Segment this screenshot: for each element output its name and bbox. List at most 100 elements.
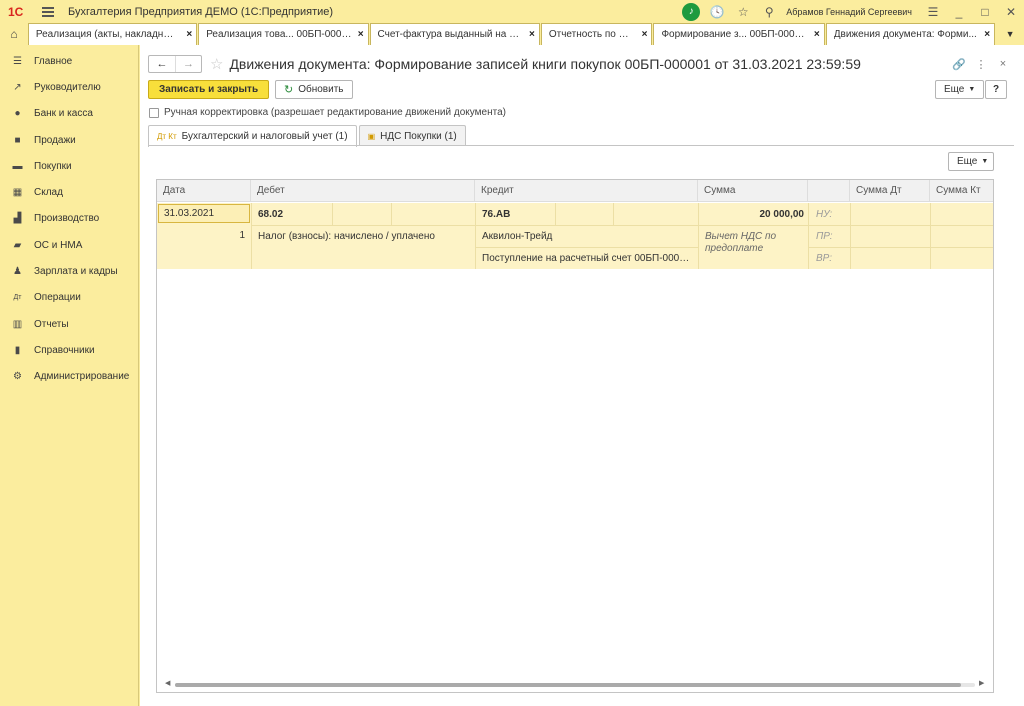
form-toolbar: Записать и закрыть ↻ Обновить Еще ▼ ? bbox=[148, 80, 1014, 99]
open-tabs-bar: ⌂ Реализация (акты, накладные... × Реализ… bbox=[0, 23, 1024, 45]
tab-label: Формирование з... 00БП-000001 bbox=[661, 29, 808, 40]
sidebar-item-operations[interactable]: Дт Операции bbox=[0, 285, 138, 311]
close-tab-icon[interactable]: × bbox=[358, 29, 364, 40]
tabs-dropdown-icon[interactable]: ▼ bbox=[996, 23, 1024, 45]
sidebar-item-reports[interactable]: ▥ Отчеты bbox=[0, 311, 138, 337]
close-tab-icon[interactable]: × bbox=[642, 29, 648, 40]
more-button[interactable]: Еще ▼ bbox=[935, 80, 985, 99]
manual-edit-row: Ручная корректировка (разрешает редактир… bbox=[149, 107, 506, 118]
nav-buttons: ← → bbox=[148, 55, 202, 73]
col-sum[interactable]: Сумма bbox=[698, 180, 808, 202]
favorites-star-icon[interactable]: ☆ bbox=[730, 0, 756, 23]
caret-down-icon: ▼ bbox=[968, 86, 976, 93]
forward-arrow-icon[interactable]: → bbox=[175, 56, 201, 72]
maximize-icon[interactable]: □ bbox=[972, 0, 998, 23]
row-number: 1 bbox=[239, 230, 245, 241]
tab-vat-reporting[interactable]: Отчетность по НДС × bbox=[540, 23, 653, 45]
tab-accounting-tax[interactable]: Дт Кт Бухгалтерский и налоговый учет (1) bbox=[148, 125, 357, 147]
history-icon[interactable]: 🕓 bbox=[704, 0, 730, 23]
more-vertical-icon[interactable]: ⋮ bbox=[970, 58, 992, 71]
register-icon: ▣ bbox=[367, 131, 376, 141]
col-date[interactable]: Дата bbox=[157, 180, 251, 202]
list-icon: ☰ bbox=[13, 55, 22, 67]
dt-kt-icon: Дт bbox=[13, 294, 22, 302]
tab-realization-doc[interactable]: Реализация това... 00БП-000001 × bbox=[198, 23, 369, 45]
sidebar-item-sales[interactable]: ■ Продажи bbox=[0, 127, 138, 153]
sidebar-item-fixed-assets[interactable]: ▰ ОС и НМА bbox=[0, 232, 138, 258]
col-sum-dt[interactable]: Сумма Дт bbox=[850, 180, 930, 202]
label-vr: ВР: bbox=[816, 253, 833, 264]
table-header: Дата Дебет Кредит Сумма Сумма Дт Сумма К… bbox=[157, 180, 993, 202]
back-arrow-icon[interactable]: ← bbox=[149, 56, 175, 72]
app-logo: 1С bbox=[8, 4, 24, 19]
help-button[interactable]: ? bbox=[985, 80, 1007, 99]
dt-kt-icon: Дт Кт bbox=[157, 132, 177, 141]
favorite-star-icon[interactable]: ☆ bbox=[210, 55, 223, 73]
tab-divider bbox=[148, 145, 1014, 146]
tab-label: Движения документа: Форми... bbox=[833, 29, 977, 40]
close-form-icon[interactable]: × bbox=[992, 58, 1014, 70]
tab-purchase-book-formation[interactable]: Формирование з... 00БП-000001 × bbox=[653, 23, 825, 45]
tab-vat-purchases[interactable]: ▣ НДС Покупки (1) bbox=[358, 125, 466, 146]
truck-icon: ▰ bbox=[13, 239, 22, 251]
sidebar-item-warehouse[interactable]: ▦ Склад bbox=[0, 179, 138, 205]
form-tabs: Дт Кт Бухгалтерский и налоговый учет (1) … bbox=[148, 125, 468, 147]
row-date[interactable]: 31.03.2021 bbox=[158, 204, 250, 223]
refresh-button[interactable]: ↻ Обновить bbox=[275, 80, 353, 99]
debit-subconto-1[interactable]: Налог (взносы): начислено / уплачено bbox=[258, 231, 472, 242]
form-header: ← → ☆ Движения документа: Формирование з… bbox=[148, 53, 1014, 75]
search-icon[interactable]: ⚲ bbox=[756, 0, 782, 23]
tab-label: Счет-фактура выданный на ре... bbox=[377, 29, 524, 40]
sidebar-item-main[interactable]: ☰ Главное bbox=[0, 48, 138, 74]
bag-icon: ■ bbox=[14, 134, 21, 146]
settings-menu-icon[interactable]: ☰ bbox=[920, 0, 946, 23]
tab-realization-list[interactable]: Реализация (акты, накладные... × bbox=[27, 23, 198, 45]
scroll-thumb[interactable] bbox=[175, 683, 961, 687]
home-icon[interactable]: ⌂ bbox=[0, 23, 28, 45]
user-name[interactable]: Абрамов Геннадий Сергеевич bbox=[786, 7, 912, 17]
credit-account[interactable]: 76.АВ bbox=[482, 209, 510, 220]
scroll-right-icon[interactable]: ▶ bbox=[979, 679, 984, 687]
sidebar-item-production[interactable]: ▟ Производство bbox=[0, 206, 138, 232]
hamburger-menu-icon[interactable] bbox=[42, 6, 54, 17]
table-row[interactable]: 31.03.2021 1 68.02 Налог (взносы): начис… bbox=[157, 203, 993, 269]
close-tab-icon[interactable]: × bbox=[186, 29, 192, 40]
movements-table: Дата Дебет Кредит Сумма Сумма Дт Сумма К… bbox=[156, 179, 994, 693]
factory-icon: ▟ bbox=[13, 213, 22, 225]
table-more-button[interactable]: Еще ▼ bbox=[948, 152, 994, 171]
credit-subconto-2[interactable]: Поступление на расчетный счет 00БП-00000… bbox=[482, 253, 694, 264]
minimize-icon[interactable]: _ bbox=[946, 0, 972, 23]
manual-edit-checkbox[interactable] bbox=[149, 107, 159, 118]
close-window-icon[interactable]: ✕ bbox=[998, 0, 1024, 23]
col-debit[interactable]: Дебет bbox=[251, 180, 475, 202]
tab-document-movements[interactable]: Движения документа: Форми... × bbox=[825, 23, 996, 45]
horizontal-scrollbar[interactable]: ◀ ▶ bbox=[165, 679, 985, 688]
sidebar-item-administration[interactable]: ⚙ Администрирование bbox=[0, 364, 138, 390]
tab-label: Отчетность по НДС bbox=[548, 29, 636, 40]
page-title: Движения документа: Формирование записей… bbox=[229, 56, 861, 72]
col-credit[interactable]: Кредит bbox=[475, 180, 698, 202]
scroll-left-icon[interactable]: ◀ bbox=[165, 679, 170, 687]
close-tab-icon[interactable]: × bbox=[984, 29, 990, 40]
link-icon[interactable]: 🔗 bbox=[948, 58, 970, 71]
row-content[interactable]: Вычет НДС по предоплате bbox=[705, 231, 805, 255]
cart-icon: ▬ bbox=[12, 160, 23, 172]
sidebar-item-purchases[interactable]: ▬ Покупки bbox=[0, 153, 138, 179]
tab-invoice[interactable]: Счет-фактура выданный на ре... × bbox=[369, 23, 540, 45]
col-sum-kt[interactable]: Сумма Кт bbox=[930, 180, 993, 202]
save-and-close-button[interactable]: Записать и закрыть bbox=[148, 80, 270, 99]
sidebar-item-salary[interactable]: ♟ Зарплата и кадры bbox=[0, 258, 138, 284]
credit-subconto-1[interactable]: Аквилон-Трейд bbox=[482, 231, 694, 242]
close-tab-icon[interactable]: × bbox=[529, 29, 535, 40]
tab-label: Реализация (акты, накладные... bbox=[35, 29, 181, 40]
sidebar-item-bank[interactable]: ● Банк и касса bbox=[0, 101, 138, 127]
notifications-button[interactable]: ♪ bbox=[678, 0, 704, 23]
person-icon: ♟ bbox=[13, 266, 22, 278]
app-title: Бухгалтерия Предприятия ДЕМО (1С:Предпри… bbox=[68, 5, 334, 18]
caret-down-icon: ▼ bbox=[981, 158, 989, 165]
debit-account[interactable]: 68.02 bbox=[258, 209, 283, 220]
sidebar-item-directories[interactable]: ▮ Справочники bbox=[0, 337, 138, 363]
close-tab-icon[interactable]: × bbox=[814, 29, 820, 40]
row-sum[interactable]: 20 000,00 bbox=[698, 209, 805, 220]
sidebar-item-manager[interactable]: ↗ Руководителю bbox=[0, 74, 138, 100]
